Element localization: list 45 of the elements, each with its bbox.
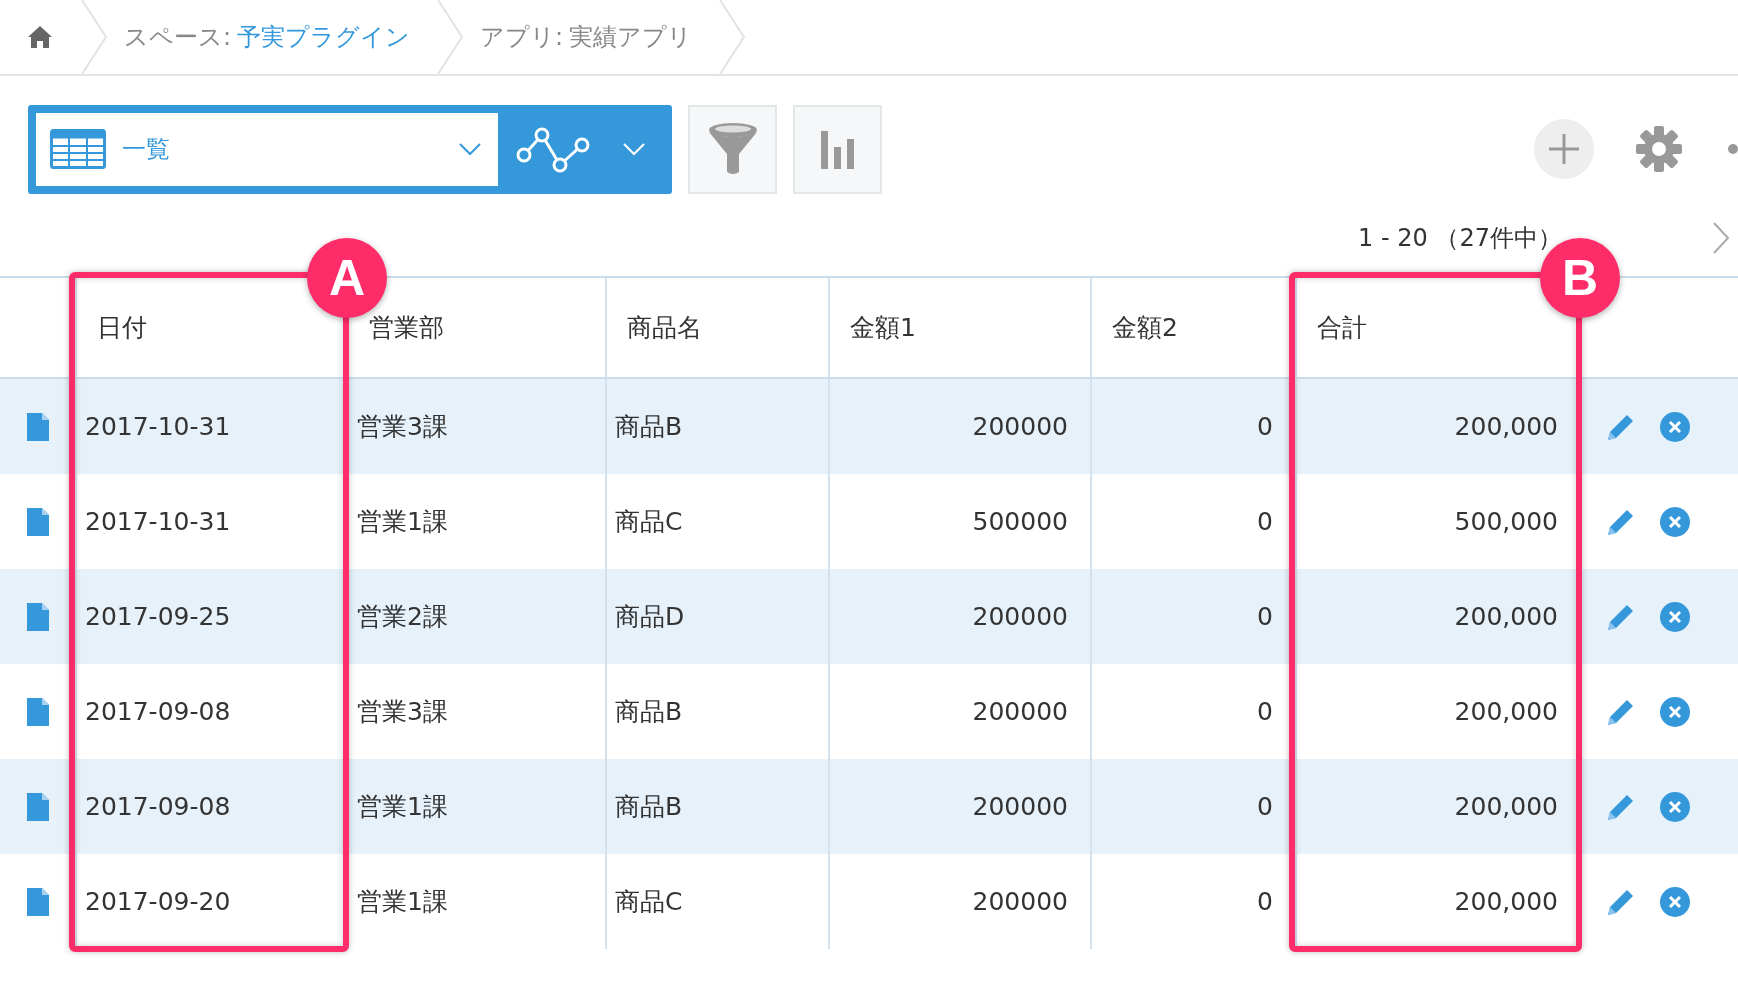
breadcrumb-label: アプリ: (480, 22, 564, 53)
table-icon (50, 129, 106, 169)
delete-icon[interactable] (1660, 601, 1690, 632)
column-header: 合計 (1317, 312, 1367, 344)
table-cell: 200000 (828, 379, 1090, 474)
view-name: 一覧 (122, 134, 171, 165)
settings-icon[interactable] (1636, 126, 1682, 172)
filter-button[interactable] (688, 104, 777, 194)
table-cell: 商品D (605, 569, 828, 664)
column-header: 商品名 (627, 312, 702, 344)
more-dot-icon[interactable] (1728, 144, 1738, 154)
table-cell: 200000 (828, 569, 1090, 664)
chevron-down-icon (458, 142, 482, 156)
column-header: 金額1 (850, 312, 916, 344)
document-icon[interactable] (26, 602, 49, 631)
document-icon[interactable] (26, 697, 49, 726)
table-cell: 営業3課 (347, 379, 605, 474)
document-icon[interactable] (26, 887, 49, 916)
table-cell: 商品B (605, 759, 828, 854)
column-header: 金額2 (1112, 312, 1178, 344)
document-icon[interactable] (26, 412, 49, 441)
view-selector[interactable]: 一覧 (28, 104, 672, 194)
table-cell: 商品B (605, 379, 828, 474)
column-header: 日付 (97, 312, 147, 344)
table-cell: 営業1課 (347, 759, 605, 854)
delete-icon[interactable] (1660, 696, 1690, 727)
line-graph-icon[interactable] (516, 125, 592, 173)
graph-button[interactable] (793, 104, 882, 194)
breadcrumb-text: 実績アプリ (569, 22, 693, 53)
funnel-icon (706, 122, 759, 176)
table-cell: 営業2課 (347, 569, 605, 664)
document-icon[interactable] (26, 507, 49, 536)
table-cell: 200000 (828, 759, 1090, 854)
home-icon[interactable] (27, 25, 53, 49)
delete-icon[interactable] (1660, 886, 1690, 917)
document-icon[interactable] (26, 792, 49, 821)
breadcrumb-link[interactable]: 予実プラグイン (237, 21, 411, 53)
delete-icon[interactable] (1660, 506, 1690, 537)
delete-icon[interactable] (1660, 411, 1690, 442)
plus-icon (1548, 133, 1580, 165)
bar-chart-icon (820, 129, 855, 169)
breadcrumb-label: スペース: (124, 22, 232, 53)
delete-icon[interactable] (1660, 791, 1690, 822)
next-page-icon[interactable] (1712, 221, 1730, 255)
chevron-down-icon[interactable] (622, 142, 646, 156)
